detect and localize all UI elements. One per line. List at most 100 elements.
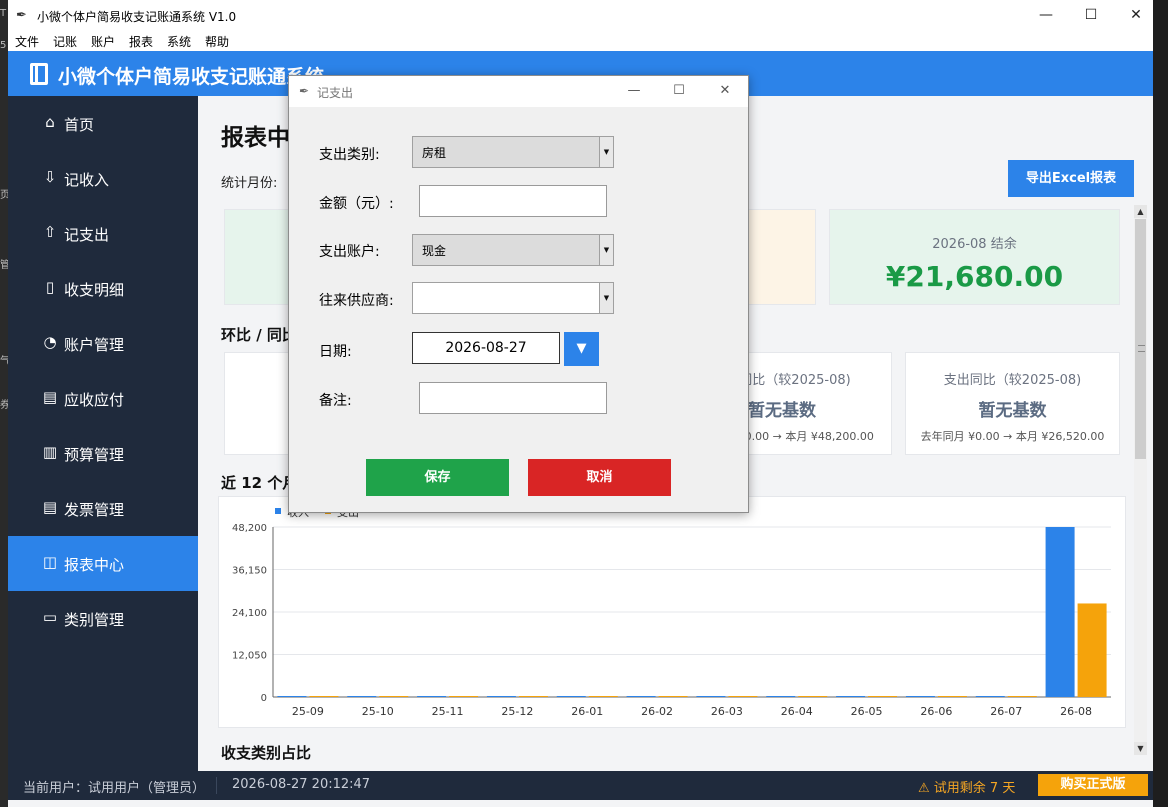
chevron-down-icon[interactable]: ▼ bbox=[599, 137, 613, 167]
dialog-close-button[interactable]: ✕ bbox=[708, 81, 742, 101]
sidebar-item-budget[interactable]: ▥ 预算管理 bbox=[8, 426, 198, 481]
x-tick-label: 26-02 bbox=[641, 705, 673, 718]
sidebar-item-expense[interactable]: ⇧ 记支出 bbox=[8, 206, 198, 261]
folder-icon: ▭ bbox=[42, 608, 58, 626]
minimize-button[interactable]: — bbox=[1026, 4, 1066, 26]
bar bbox=[868, 696, 898, 697]
x-tick-label: 26-01 bbox=[571, 705, 603, 718]
x-tick-label: 26-05 bbox=[851, 705, 883, 718]
menu-bookkeeping[interactable]: 记账 bbox=[53, 33, 77, 50]
scroll-down-icon[interactable]: ▼ bbox=[1134, 742, 1147, 755]
sidebar-item-receivables[interactable]: ▤ 应收应付 bbox=[8, 371, 198, 426]
export-excel-button[interactable]: 导出Excel报表 bbox=[1008, 160, 1134, 197]
header-title: 小微个体户简易收支记账通系统 bbox=[58, 66, 325, 88]
menu-account[interactable]: 账户 bbox=[91, 33, 115, 50]
sidebar-item-reports[interactable]: ◫ 报表中心 bbox=[8, 536, 198, 591]
bar-chart-icon: ▥ bbox=[42, 443, 58, 461]
y-tick-label: 48,200 bbox=[232, 523, 267, 534]
chevron-down-icon[interactable]: ▼ bbox=[599, 235, 613, 265]
book-icon bbox=[30, 63, 48, 85]
supplier-combo[interactable]: ▼ bbox=[412, 282, 614, 314]
y-tick-label: 0 bbox=[261, 693, 267, 704]
title-bar: ✒ 小微个体户简易收支记账通系统 V1.0 — ☐ ✕ bbox=[8, 0, 1153, 31]
dialog-minimize-button[interactable]: — bbox=[617, 81, 651, 101]
bar bbox=[766, 696, 796, 697]
chart-icon: ◫ bbox=[42, 553, 58, 571]
y-tick-label: 36,150 bbox=[232, 566, 267, 577]
vertical-scrollbar[interactable]: ▲ ▼ bbox=[1134, 205, 1147, 755]
sidebar-item-label: 预算管理 bbox=[64, 446, 125, 464]
scroll-up-icon[interactable]: ▲ bbox=[1134, 205, 1147, 218]
card-sub: 去年同月 ¥0.00 → 本月 ¥26,520.00 bbox=[920, 430, 1105, 443]
sidebar-item-label: 记支出 bbox=[64, 226, 110, 244]
calendar-dropdown-button[interactable]: ▼ bbox=[564, 332, 599, 366]
trial-remaining: ⚠ 试用剩余 7 天 bbox=[918, 781, 1016, 796]
breakdown-section-title: 收支类别占比 bbox=[221, 744, 312, 762]
sidebar-item-label: 收支明细 bbox=[64, 281, 125, 299]
x-tick-label: 26-06 bbox=[920, 705, 952, 718]
y-tick-label: 24,100 bbox=[232, 608, 267, 619]
bar bbox=[798, 696, 828, 697]
scroll-thumb[interactable] bbox=[1135, 219, 1146, 459]
sidebar-item-categories[interactable]: ▭ 类别管理 bbox=[8, 591, 198, 646]
bar bbox=[347, 696, 377, 697]
sidebar-item-label: 发票管理 bbox=[64, 501, 125, 519]
sidebar-item-income[interactable]: ⇩ 记收入 bbox=[8, 151, 198, 206]
sidebar-item-accounts[interactable]: ◔ 账户管理 bbox=[8, 316, 198, 371]
bar bbox=[486, 696, 516, 697]
close-button[interactable]: ✕ bbox=[1116, 4, 1156, 26]
x-tick-label: 25-11 bbox=[432, 705, 464, 718]
current-user: 当前用户：试用用户（管理员） bbox=[23, 781, 206, 796]
bar bbox=[449, 696, 479, 697]
sidebar-item-label: 账户管理 bbox=[64, 336, 125, 354]
category-combo[interactable]: 房租 ▼ bbox=[412, 136, 614, 168]
expense-yoy-card: 支出同比（较2025-08) 暂无基数 去年同月 ¥0.00 → 本月 ¥26,… bbox=[905, 352, 1120, 455]
balance-label: 2026-08 结余 bbox=[932, 237, 1017, 252]
trend-chart-box: 012,05024,10036,15048,200收入支出25-0925-102… bbox=[218, 496, 1126, 728]
bar bbox=[696, 696, 726, 697]
dialog-title: 记支出 bbox=[317, 86, 354, 100]
sidebar-item-label: 报表中心 bbox=[64, 556, 125, 574]
legend-swatch bbox=[275, 508, 281, 514]
menu-file[interactable]: 文件 bbox=[15, 33, 39, 50]
expense-icon: ⇧ bbox=[43, 223, 57, 241]
bar bbox=[1077, 603, 1107, 697]
card-value: 暂无基数 bbox=[978, 401, 1047, 421]
document-icon: ▤ bbox=[42, 498, 58, 516]
account-value: 现金 bbox=[422, 244, 447, 258]
bar bbox=[626, 696, 656, 697]
note-input[interactable] bbox=[419, 382, 607, 414]
menu-report[interactable]: 报表 bbox=[129, 33, 153, 50]
category-label: 支出类别: bbox=[319, 147, 380, 163]
sidebar-item-home[interactable]: ⌂ 首页 bbox=[8, 96, 198, 151]
bar bbox=[379, 696, 409, 697]
status-divider bbox=[216, 777, 217, 794]
bar bbox=[1007, 696, 1037, 697]
menu-system[interactable]: 系统 bbox=[167, 33, 191, 50]
date-input[interactable]: 2026-08-27 bbox=[412, 332, 560, 364]
note-label: 备注: bbox=[319, 393, 352, 409]
current-time: 2026-08-27 20:12:47 bbox=[232, 777, 371, 792]
sidebar-item-label: 应收应付 bbox=[64, 391, 125, 409]
bar bbox=[937, 696, 967, 697]
dialog-title-bar: ✒ 记支出 — ☐ ✕ bbox=[289, 76, 748, 107]
window-title: 小微个体户简易收支记账通系统 V1.0 bbox=[37, 10, 237, 24]
menu-help[interactable]: 帮助 bbox=[205, 33, 229, 50]
sidebar-item-details[interactable]: ▯ 收支明细 bbox=[8, 261, 198, 316]
buy-full-version-button[interactable]: 购买正式版 bbox=[1038, 774, 1148, 796]
account-combo[interactable]: 现金 ▼ bbox=[412, 234, 614, 266]
status-bar: 当前用户：试用用户（管理员） 2026-08-27 20:12:47 ⚠ 试用剩… bbox=[8, 771, 1153, 800]
amount-input[interactable] bbox=[419, 185, 607, 217]
dialog-maximize-button[interactable]: ☐ bbox=[662, 81, 696, 101]
bar bbox=[1045, 527, 1075, 697]
ledger-icon: ▯ bbox=[45, 278, 55, 296]
bar bbox=[277, 696, 307, 697]
save-button[interactable]: 保存 bbox=[366, 459, 509, 496]
x-tick-label: 25-12 bbox=[501, 705, 533, 718]
chevron-down-icon[interactable]: ▼ bbox=[599, 283, 613, 313]
category-value: 房租 bbox=[422, 146, 447, 160]
bar bbox=[975, 696, 1005, 697]
maximize-button[interactable]: ☐ bbox=[1071, 4, 1111, 26]
sidebar-item-invoices[interactable]: ▤ 发票管理 bbox=[8, 481, 198, 536]
cancel-button[interactable]: 取消 bbox=[528, 459, 671, 496]
